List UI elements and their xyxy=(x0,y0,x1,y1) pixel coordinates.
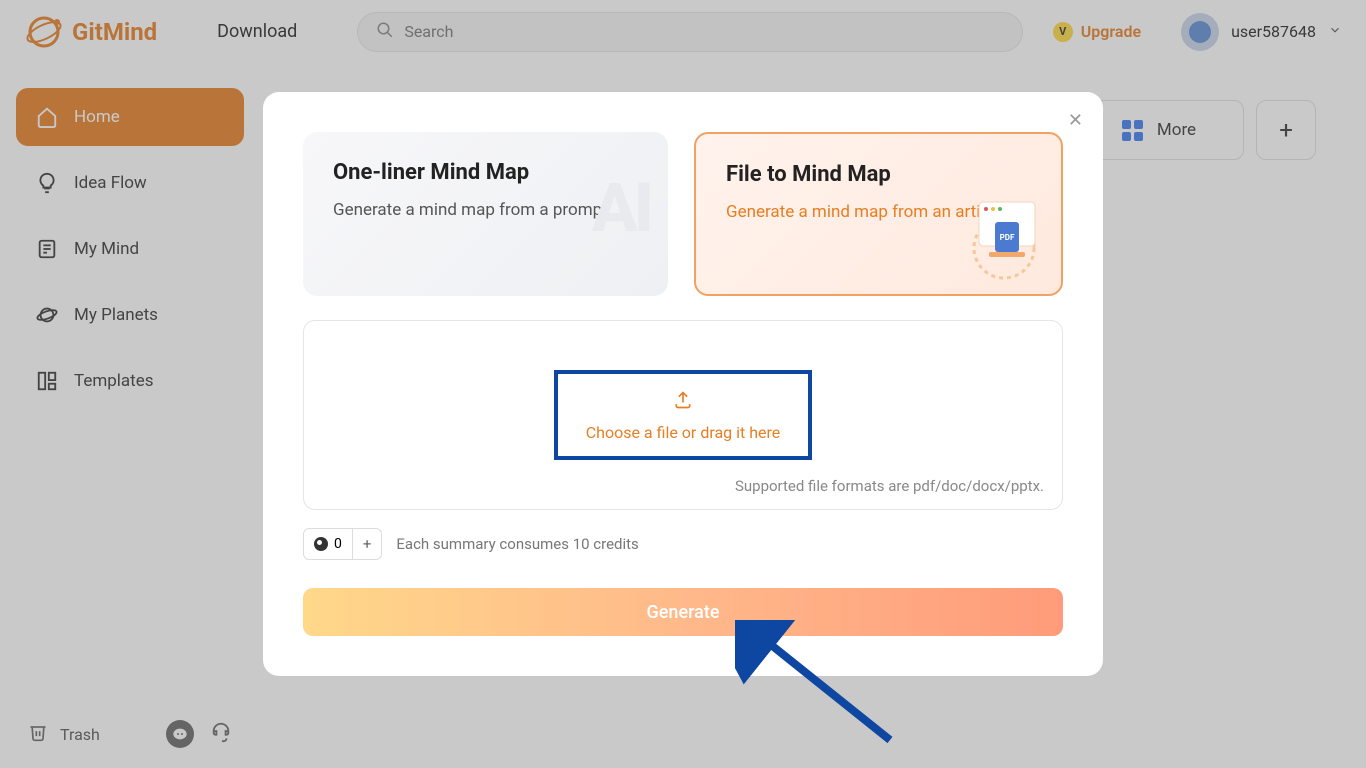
credit-info-text: Each summary consumes 10 credits xyxy=(396,535,638,553)
supported-formats-text: Supported file formats are pdf/doc/docx/… xyxy=(735,477,1044,495)
ai-modal: ✕ One-liner Mind Map Generate a mind map… xyxy=(263,92,1103,676)
generate-button[interactable]: Generate xyxy=(303,588,1063,636)
svg-text:PDF: PDF xyxy=(1000,233,1015,242)
choose-file-box[interactable]: Choose a file or drag it here xyxy=(554,370,813,460)
add-credits-button[interactable]: + xyxy=(352,529,382,559)
document-illustration-icon: PDF xyxy=(959,192,1049,282)
file-dropzone[interactable]: Choose a file or drag it here Supported … xyxy=(303,320,1063,510)
credits-row: 0 + Each summary consumes 10 credits xyxy=(303,528,1063,560)
upload-icon xyxy=(673,390,693,415)
card-title: File to Mind Map xyxy=(726,162,1031,187)
credit-value: 0 xyxy=(334,536,342,552)
choose-file-label: Choose a file or drag it here xyxy=(586,423,781,442)
credit-count: 0 xyxy=(304,530,352,558)
close-icon[interactable]: ✕ xyxy=(1068,110,1083,131)
ai-ghost-text: AI xyxy=(592,168,650,248)
card-one-liner[interactable]: One-liner Mind Map Generate a mind map f… xyxy=(303,132,668,296)
mode-cards: One-liner Mind Map Generate a mind map f… xyxy=(303,132,1063,296)
credit-dot-icon xyxy=(314,537,328,551)
card-file-to-mindmap[interactable]: File to Mind Map Generate a mind map fro… xyxy=(694,132,1063,296)
credit-counter: 0 + xyxy=(303,528,382,560)
